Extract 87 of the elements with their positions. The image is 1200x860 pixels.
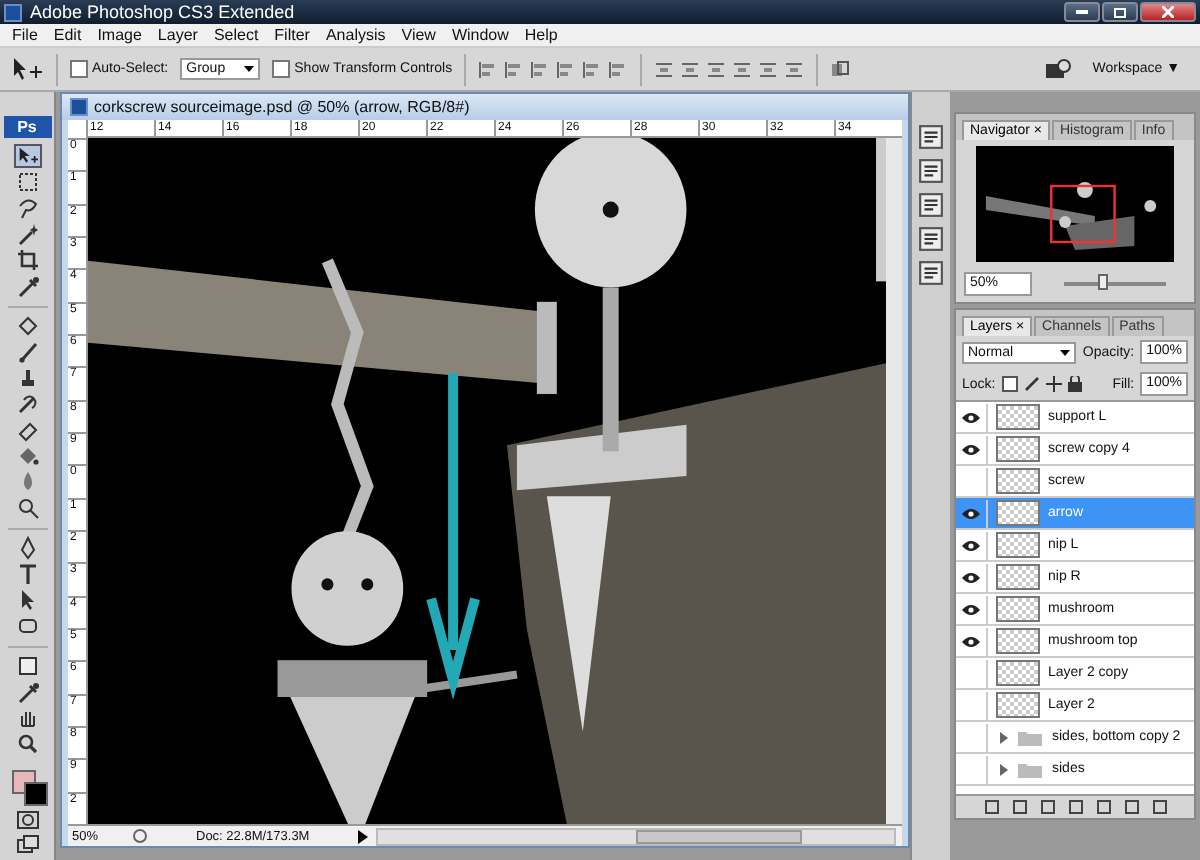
- status-menu-icon[interactable]: [357, 829, 368, 843]
- restore-icon: [1113, 6, 1127, 18]
- caret-icon: [1060, 349, 1071, 355]
- layer-thumbnail: [996, 628, 1040, 654]
- menu-item[interactable]: File: [4, 26, 46, 44]
- dropper-tool-icon[interactable]: [13, 680, 41, 704]
- eye-icon[interactable]: [962, 507, 980, 519]
- move-tool-icon[interactable]: [13, 144, 41, 168]
- notes-tool-icon[interactable]: [13, 654, 41, 678]
- layer-thumbnail: [996, 532, 1040, 558]
- patch-tool-icon[interactable]: [13, 314, 41, 338]
- document-title: corkscrew sourceimage.psd @ 50% (arrow, RGB/8#): [94, 98, 470, 116]
- navigator-preview[interactable]: [976, 146, 1174, 262]
- distribute-icon[interactable]: [732, 59, 753, 79]
- brush-tool-icon[interactable]: [13, 340, 41, 364]
- distribute-icon[interactable]: [680, 59, 701, 79]
- layer-thumbnail: [996, 596, 1040, 622]
- distribute-icon[interactable]: [706, 59, 727, 79]
- distribute-icon[interactable]: [784, 59, 805, 79]
- layer-thumbnail: [996, 468, 1040, 494]
- menu-item[interactable]: Window: [443, 26, 517, 44]
- layer-thumbnail: [996, 404, 1040, 430]
- document-icon: [70, 98, 88, 116]
- align-icon[interactable]: [556, 59, 577, 79]
- menu-item[interactable]: Select: [205, 26, 267, 44]
- align-icon[interactable]: [530, 59, 551, 79]
- layer-thumbnail: [996, 660, 1040, 686]
- eraser-tool-icon[interactable]: [13, 418, 41, 442]
- lock-transparency-icon[interactable]: [1001, 376, 1018, 392]
- layer-thumbnail: [996, 564, 1040, 590]
- slider-thumb[interactable]: [1098, 274, 1109, 290]
- layer-thumbnail: [996, 500, 1040, 526]
- align-icon[interactable]: [582, 59, 603, 79]
- eye-icon[interactable]: [962, 443, 980, 455]
- align-icon[interactable]: [478, 59, 499, 79]
- folder-icon: [1000, 761, 1044, 777]
- lasso-tool-icon[interactable]: [13, 196, 41, 220]
- app-icon: [4, 3, 22, 21]
- menu-item[interactable]: Analysis: [317, 26, 394, 44]
- distribute-icon[interactable]: [654, 59, 675, 79]
- menu-item[interactable]: Edit: [45, 26, 90, 44]
- eyedropper-tool-icon[interactable]: [13, 274, 41, 298]
- eye-icon[interactable]: [962, 603, 980, 615]
- restore-button[interactable]: [1102, 2, 1138, 22]
- transform-controls-checkbox[interactable]: [272, 60, 291, 78]
- align-icon[interactable]: [504, 59, 525, 79]
- zoom-tool-icon[interactable]: [13, 732, 41, 756]
- eye-icon[interactable]: [962, 635, 980, 647]
- layer-thumbnail: [996, 436, 1040, 462]
- marquee-tool-icon[interactable]: [13, 170, 41, 194]
- color-swatches[interactable]: [7, 766, 47, 806]
- lock-move-icon[interactable]: [1045, 376, 1062, 392]
- eye-icon[interactable]: [962, 539, 980, 551]
- auto-select-checkbox[interactable]: [70, 60, 88, 78]
- photoshop-logo: Ps: [3, 116, 51, 138]
- vertical-scrollbar[interactable]: [886, 138, 902, 824]
- close-button[interactable]: [1140, 2, 1196, 22]
- close-icon: [1162, 6, 1174, 18]
- folder-icon: [1000, 729, 1044, 745]
- lock-icon[interactable]: [1067, 376, 1082, 392]
- history-brush-tool-icon[interactable]: [13, 392, 41, 416]
- horizontal-scrollbar[interactable]: [375, 827, 896, 845]
- shape-tool-icon[interactable]: [13, 614, 41, 638]
- layer-thumbnail: [996, 692, 1040, 718]
- eye-icon[interactable]: [962, 411, 980, 423]
- menu-item[interactable]: View: [393, 26, 444, 44]
- align-icon[interactable]: [608, 59, 629, 79]
- lock-brush-icon[interactable]: [1023, 376, 1040, 392]
- caret-icon: [244, 66, 255, 72]
- menu-item[interactable]: Image: [89, 26, 150, 44]
- eye-icon[interactable]: [962, 571, 980, 583]
- status-icon[interactable]: [132, 828, 148, 844]
- menu-item[interactable]: Help: [516, 26, 566, 44]
- auto-align-icon[interactable]: [830, 59, 851, 79]
- minimize-icon: [1076, 10, 1088, 14]
- wand-tool-icon[interactable]: [13, 222, 41, 246]
- minimize-button[interactable]: [1064, 2, 1100, 22]
- bridge-icon[interactable]: [1044, 58, 1073, 80]
- window-title: Adobe Photoshop CS3 Extended: [30, 2, 297, 22]
- menu-item[interactable]: Filter: [266, 26, 318, 44]
- move-tool-icon[interactable]: [12, 57, 44, 81]
- screen-mode-icon[interactable]: [13, 834, 41, 858]
- quick-mask-icon[interactable]: [13, 808, 41, 832]
- dodge-tool-icon[interactable]: [13, 496, 41, 520]
- menu-item[interactable]: Layer: [149, 26, 206, 44]
- distribute-icon[interactable]: [758, 59, 779, 79]
- crop-tool-icon[interactable]: [13, 248, 41, 272]
